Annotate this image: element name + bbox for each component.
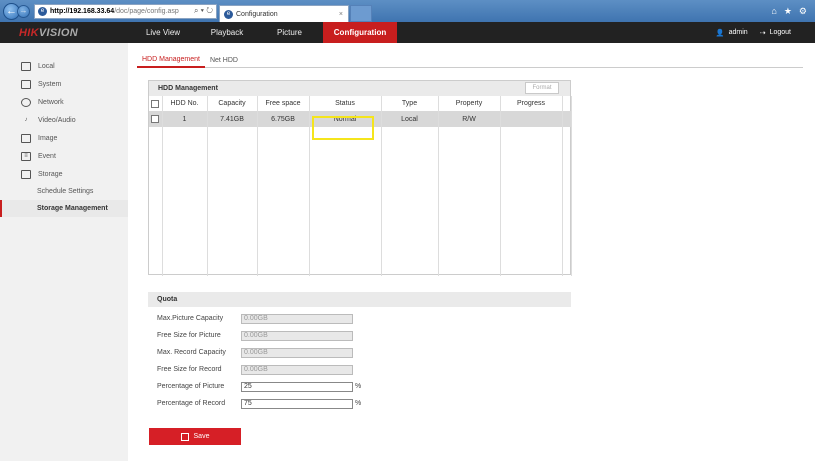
col-free-space: Free space	[257, 96, 310, 111]
free-size-picture-field: 0.00GB	[241, 330, 353, 341]
percentage-picture-input[interactable]: 25	[241, 381, 353, 392]
system-icon	[21, 79, 31, 89]
save-icon	[180, 432, 189, 441]
col-type: Type	[381, 96, 439, 111]
image-icon	[21, 133, 31, 143]
app-header: HIKVISION Live View Playback Picture Con…	[0, 22, 815, 43]
col-progress: Progress	[500, 96, 563, 111]
col-status: Status	[309, 96, 382, 111]
user-icon: 👤	[715, 29, 725, 37]
logout-icon: ⇢	[759, 29, 766, 37]
logout-button[interactable]: ⇢ Logout	[760, 29, 791, 37]
col-property: Property	[438, 96, 501, 111]
row-checkbox[interactable]	[151, 115, 160, 123]
percent-unit: %	[355, 383, 362, 390]
table-header-row: HDD No. Capacity Free space Status Type …	[149, 96, 572, 111]
user-menu[interactable]: 👤 admin	[716, 29, 748, 37]
nav-configuration[interactable]: Configuration	[323, 22, 397, 43]
quota-panel: Quota Max.Picture Capacity 0.00GB Free S…	[148, 292, 571, 412]
sidebar-item-storage[interactable]: Storage	[0, 165, 128, 183]
cell-free-space: 6.75GB	[257, 111, 310, 127]
video-audio-icon: ♪	[24, 117, 28, 123]
new-tab-button[interactable]	[350, 5, 372, 22]
tab-favicon-icon: e	[224, 9, 233, 19]
sidebar: Local System Network ♪ Video/Audio Image …	[0, 43, 128, 461]
save-label: Save	[193, 433, 210, 440]
settings-gear-icon[interactable]: ⚙	[799, 6, 807, 17]
col-capacity: Capacity	[207, 96, 258, 111]
nav-picture[interactable]: Picture	[256, 22, 323, 43]
hdd-table: HDD No. Capacity Free space Status Type …	[149, 96, 572, 276]
quota-row: Max. Record Capacity 0.00GB	[148, 344, 571, 361]
tab-title: Configuration	[236, 10, 278, 18]
format-button[interactable]: Format	[525, 82, 559, 94]
storage-icon	[21, 169, 31, 179]
sidebar-item-system[interactable]: System	[0, 75, 128, 93]
globe-icon	[21, 97, 31, 107]
cell-progress	[500, 111, 563, 127]
cell-capacity: 7.41GB	[207, 111, 258, 127]
search-refresh-icons[interactable]: ⌕ ▾ ↻	[194, 6, 216, 16]
save-button[interactable]: Save	[149, 428, 241, 445]
tab-hdd-management[interactable]: HDD Management	[137, 52, 205, 68]
sidebar-sub-schedule-settings[interactable]: Schedule Settings	[0, 183, 128, 200]
page-icon: e	[38, 6, 47, 16]
logout-label: Logout	[769, 29, 791, 36]
event-icon: ≡	[21, 151, 31, 161]
sidebar-item-network[interactable]: Network	[0, 93, 128, 111]
max-picture-capacity-field: 0.00GB	[241, 313, 353, 324]
quota-row: Free Size for Record 0.00GB	[148, 361, 571, 378]
sidebar-item-event[interactable]: ≡ Event	[0, 147, 128, 165]
quota-title: Quota	[148, 292, 571, 307]
browser-toolbar: ← → e http://192.168.33.64/doc/page/conf…	[0, 0, 815, 22]
user-name: admin	[728, 29, 748, 36]
forward-arrow-icon[interactable]: →	[17, 4, 30, 18]
free-size-record-field: 0.00GB	[241, 364, 353, 375]
table-row[interactable]: 1 7.41GB 6.75GB Normal Local R/W	[149, 111, 572, 127]
monitor-icon	[21, 61, 31, 71]
nav-playback[interactable]: Playback	[198, 22, 256, 43]
percentage-record-input[interactable]: 75	[241, 398, 353, 409]
quota-row: Free Size for Picture 0.00GB	[148, 327, 571, 344]
browser-tab[interactable]: e Configuration ×	[219, 5, 349, 22]
hdd-management-panel: HDD Management Format HDD No. Capacity F…	[148, 80, 572, 276]
cell-hdd-no: 1	[162, 111, 208, 127]
percent-unit: %	[355, 400, 362, 407]
address-bar[interactable]: e http://192.168.33.64/doc/page/config.a…	[34, 3, 217, 19]
home-icon[interactable]: ⌂	[771, 6, 776, 17]
hdd-panel-title: HDD Management Format	[149, 81, 570, 96]
logo: HIKVISION	[19, 26, 78, 39]
quota-row: Percentage of Record 75 %	[157, 398, 362, 409]
main-content: HDD Management Net HDD HDD Management Fo…	[128, 43, 815, 461]
quota-row: Max.Picture Capacity 0.00GB	[148, 310, 571, 327]
sidebar-item-local[interactable]: Local	[0, 57, 128, 75]
sidebar-item-video-audio[interactable]: ♪ Video/Audio	[0, 111, 128, 129]
table-empty-area	[149, 127, 572, 276]
select-all-checkbox[interactable]	[151, 99, 160, 108]
sidebar-sub-storage-management[interactable]: Storage Management	[0, 200, 128, 217]
sub-tabs: HDD Management Net HDD	[137, 52, 803, 68]
col-hdd-no: HDD No.	[162, 96, 208, 111]
tab-close-icon[interactable]: ×	[339, 11, 343, 18]
tab-net-hdd[interactable]: Net HDD	[205, 52, 243, 68]
cell-status: Normal	[309, 111, 382, 127]
url-path: /doc/page/config.asp	[114, 7, 179, 15]
sidebar-item-image[interactable]: Image	[0, 129, 128, 147]
url-host: http://192.168.33.64	[50, 7, 115, 15]
cell-property: R/W	[438, 111, 501, 127]
favorites-star-icon[interactable]: ★	[784, 6, 792, 17]
max-record-capacity-field: 0.00GB	[241, 347, 353, 358]
cell-type: Local	[381, 111, 439, 127]
nav-live-view[interactable]: Live View	[128, 22, 198, 43]
quota-row: Percentage of Picture 25 %	[157, 381, 362, 392]
